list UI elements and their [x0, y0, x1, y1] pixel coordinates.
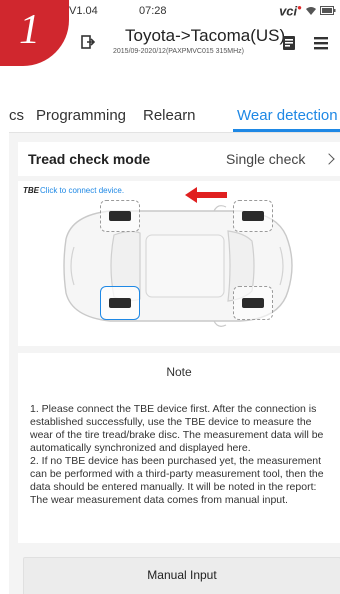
active-tab-indicator	[233, 129, 340, 132]
tire-front-left[interactable]	[233, 286, 273, 320]
page-title: Toyota->Tacoma(US)	[125, 26, 286, 45]
chevron-right-icon	[323, 153, 335, 165]
vehicle-diagram-panel: TBE Click to connect device.	[18, 181, 340, 346]
tire-front-right[interactable]	[233, 200, 273, 232]
tire-rear-right[interactable]	[100, 200, 140, 232]
status-icons: vci●	[279, 3, 336, 18]
tab-wear-detection[interactable]: Wear detection	[237, 107, 338, 124]
exit-icon[interactable]	[81, 34, 95, 50]
tire-icon	[242, 298, 264, 308]
tab-cs[interactable]: cs	[9, 107, 24, 124]
note-paragraph-2: 2. If no TBE device has been purchased y…	[30, 455, 324, 506]
report-icon[interactable]	[281, 35, 297, 51]
vci-label: vci	[279, 3, 298, 19]
pointer-arrow-icon	[185, 187, 227, 203]
header-spacer	[9, 66, 340, 100]
note-paragraph-1: 1. Please connect the TBE device first. …	[30, 403, 324, 454]
tab-relearn[interactable]: Relearn	[143, 107, 196, 124]
tbe-label: TBE	[23, 186, 39, 195]
wifi-icon	[306, 6, 316, 15]
battery-icon	[320, 6, 336, 16]
note-panel: Note 1. Please connect the TBE device fi…	[18, 353, 340, 543]
tire-rear-left[interactable]	[100, 286, 140, 320]
manual-input-label: Manual Input	[147, 568, 217, 582]
car-top-view	[63, 205, 293, 327]
page-subtitle: 2015/09-2020/12(PAXPMVC015 315MHz)	[113, 48, 245, 55]
tread-check-mode-row[interactable]: Tread check mode Single check	[18, 142, 340, 176]
tire-icon	[109, 298, 131, 308]
tire-icon	[109, 211, 131, 221]
tab-programming[interactable]: Programming	[36, 107, 126, 124]
version-text: V1.04	[69, 5, 98, 17]
tire-icon	[242, 211, 264, 221]
menu-list-icon[interactable]	[313, 35, 329, 51]
app-screen: V1.04 07:28 vci● Toyota->Tacoma(US) 2015…	[9, 0, 340, 594]
tread-check-mode-label: Tread check mode	[28, 151, 151, 167]
step-number: 1	[19, 7, 40, 53]
function-tabs: cs Programming Relearn Wear detection	[9, 100, 340, 133]
vci-connection-icon: vci●	[279, 3, 302, 19]
note-text: 1. Please connect the TBE device first. …	[30, 403, 334, 507]
connect-device-link[interactable]: Click to connect device.	[40, 186, 124, 195]
tread-check-mode-value: Single check	[226, 151, 306, 167]
clock-text: 07:28	[139, 5, 167, 17]
manual-input-button[interactable]: Manual Input	[23, 557, 340, 594]
note-title: Note	[166, 365, 192, 379]
